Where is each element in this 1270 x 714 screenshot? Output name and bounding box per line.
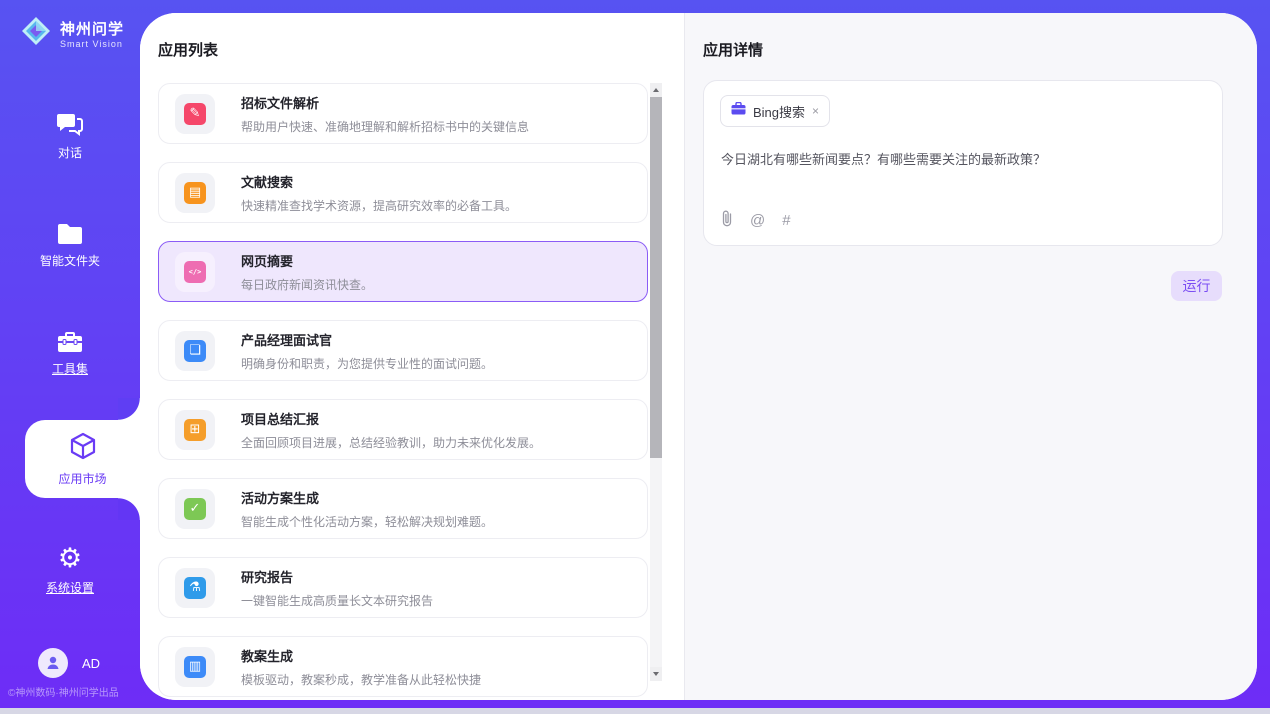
app-item-desc: 帮助用户快速、准确地理解和解析招标书中的关键信息 [241,118,529,135]
app-list-item[interactable]: ⊞ 项目总结汇报 全面回顾项目进展，总结经验教训，助力未来优化发展。 [158,399,648,460]
tool-tag-label: Bing搜索 [753,102,805,121]
sidebar-item-chat[interactable]: 对话 [0,112,140,162]
tool-tag-bing-search[interactable]: Bing搜索 × [720,95,830,127]
app-detail-pane: 应用详情 Bing搜索 × 今日湖北有哪些新闻要点？有哪些需要关注的最新政策？ [684,13,1257,700]
calendar-icon: ⊞ [175,410,215,450]
scroll-down-button[interactable] [650,667,662,681]
paperclip-icon[interactable] [721,210,733,232]
app-item-desc: 智能生成个性化活动方案，轻松解决规划难题。 [241,513,493,530]
app-list-item[interactable]: ✎ 招标文件解析 帮助用户快速、准确地理解和解析招标书中的关键信息 [158,83,648,144]
app-window: 神州问学 Smart Vision 对话 智能文件夹 [0,0,1270,714]
pen-icon: ✎ [175,94,215,134]
hash-icon[interactable]: # [782,213,790,229]
app-item-title: 项目总结汇报 [241,409,541,428]
app-list-item[interactable]: ▤ 文献搜索 快速精准查找学术资源，提高研究效率的必备工具。 [158,162,648,223]
app-item-desc: 模板驱动，教案秒成，教学准备从此轻松快捷 [241,671,481,688]
sidebar-item-label: 应用市场 [58,470,106,487]
content-card: 应用列表 ✎ 招标文件解析 帮助用户快速、准确地理解和解析招标书中的关键信息 ▤… [140,13,1257,700]
scrollbar-thumb[interactable] [650,97,662,458]
brand-name: 神州问学 [60,18,124,39]
app-item-title: 活动方案生成 [241,488,493,507]
app-item-title: 招标文件解析 [241,93,529,112]
sidebar: 神州问学 Smart Vision 对话 智能文件夹 [0,0,140,714]
app-list-pane: 应用列表 ✎ 招标文件解析 帮助用户快速、准确地理解和解析招标书中的关键信息 ▤… [140,13,684,700]
bottom-strip [0,708,1270,714]
brand-logo: 神州问学 Smart Vision [20,15,124,52]
app-list-scrollbar[interactable] [650,83,662,681]
cube-icon [69,432,97,465]
at-icon[interactable]: @ [750,213,765,229]
app-item-title: 产品经理面试官 [241,330,493,349]
sidebar-item-toolbox[interactable]: 工具集 [0,330,140,378]
prompt-card: Bing搜索 × 今日湖北有哪些新闻要点？有哪些需要关注的最新政策？ @ # [703,80,1223,246]
app-list-item[interactable]: ▥ 教案生成 模板驱动，教案秒成，教学准备从此轻松快捷 [158,636,648,697]
interview-icon: ❏ [175,331,215,371]
close-icon[interactable]: × [812,104,819,118]
chat-icon [0,112,140,138]
app-item-desc: 全面回顾项目进展，总结经验教训，助力未来优化发展。 [241,434,541,451]
browser-code-icon: </> [175,252,215,292]
sidebar-item-settings[interactable]: ⚙ 系统设置 [0,545,140,597]
sidebar-item-label: 智能文件夹 [40,254,100,268]
sidebar-item-app-market[interactable]: 应用市场 [25,420,140,498]
copyright-footer: ©神州数码·神州问学出品 [8,684,140,699]
book-icon: ▤ [175,173,215,213]
books-icon: ▥ [175,647,215,687]
gear-icon: ⚙ [0,545,140,573]
folder-icon [0,222,140,246]
app-list-item[interactable]: ⚗ 研究报告 一键智能生成高质量长文本研究报告 [158,557,648,618]
app-list-item[interactable]: ❏ 产品经理面试官 明确身份和职责，为您提供专业性的面试问题。 [158,320,648,381]
app-item-title: 网页摘要 [241,251,373,270]
brand-gem-icon [20,15,52,52]
brand-subtitle: Smart Vision [60,39,124,49]
input-toolbar: @ # [721,210,791,232]
app-item-desc: 每日政府新闻资讯快查。 [241,276,373,293]
app-item-title: 文献搜索 [241,172,517,191]
app-detail-title: 应用详情 [703,39,763,60]
scroll-up-button[interactable] [650,83,662,97]
app-list: ✎ 招标文件解析 帮助用户快速、准确地理解和解析招标书中的关键信息 ▤ 文献搜索… [158,83,648,700]
sidebar-item-label: 系统设置 [46,581,94,595]
app-item-desc: 明确身份和职责，为您提供专业性的面试问题。 [241,355,493,372]
app-item-title: 研究报告 [241,567,433,586]
user-name: AD [82,656,100,671]
toolbox-icon [0,330,140,354]
avatar[interactable] [38,648,68,678]
user-row: AD [38,648,100,678]
flask-icon: ⚗ [175,568,215,608]
app-list-item[interactable]: ✓ 活动方案生成 智能生成个性化活动方案，轻松解决规划难题。 [158,478,648,539]
clipboard-check-icon: ✓ [175,489,215,529]
app-list-item[interactable]: </> 网页摘要 每日政府新闻资讯快查。 [158,241,648,302]
app-list-title: 应用列表 [158,39,218,60]
sidebar-item-label: 对话 [58,146,82,160]
person-icon [45,655,61,671]
sidebar-item-smart-folder[interactable]: 智能文件夹 [0,222,140,270]
briefcase-icon [731,102,746,120]
prompt-text[interactable]: 今日湖北有哪些新闻要点？有哪些需要关注的最新政策？ [721,149,1201,168]
sidebar-item-label: 工具集 [52,362,88,376]
run-button[interactable]: 运行 [1171,271,1222,301]
app-item-desc: 快速精准查找学术资源，提高研究效率的必备工具。 [241,197,517,214]
app-item-title: 教案生成 [241,646,481,665]
app-item-desc: 一键智能生成高质量长文本研究报告 [241,592,433,609]
